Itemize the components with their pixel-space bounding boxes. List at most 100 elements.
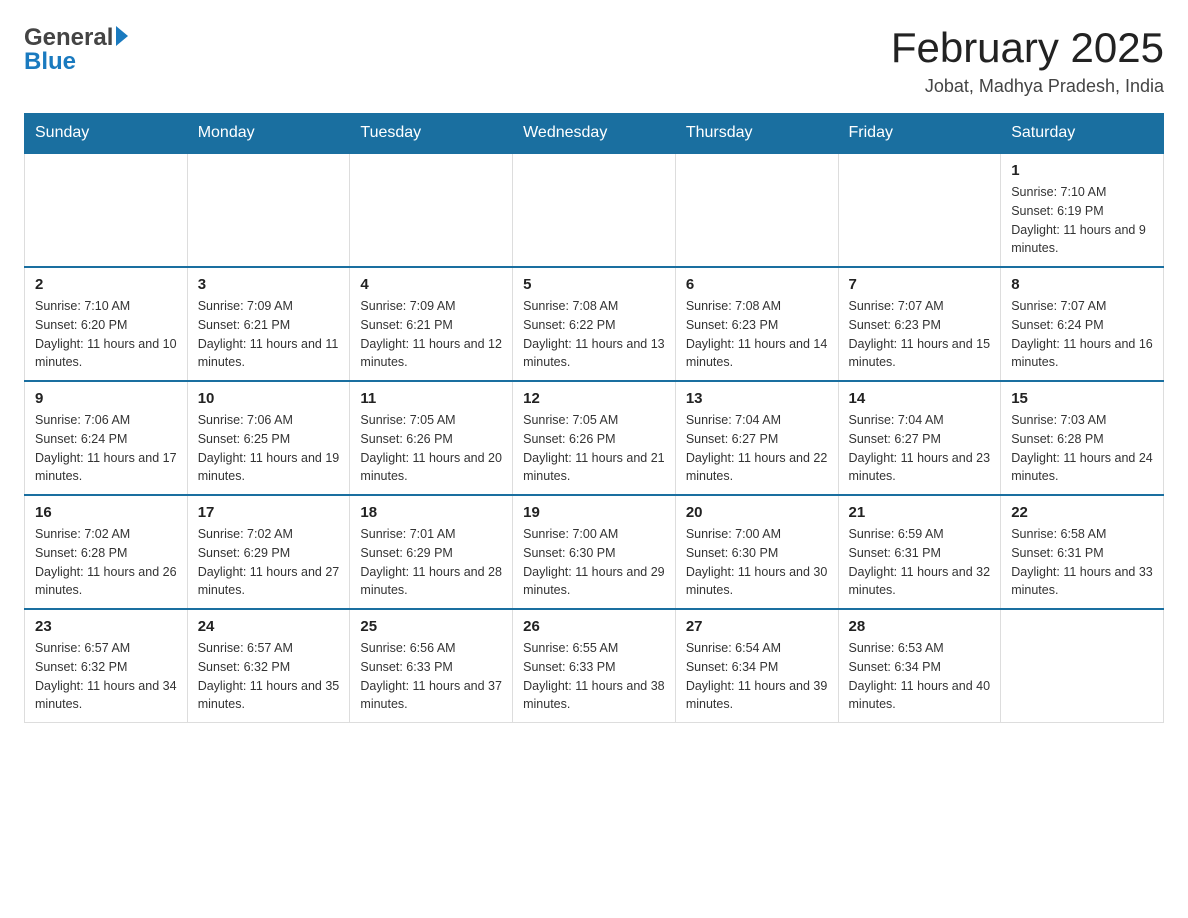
day-number: 22 <box>1011 504 1153 521</box>
day-number: 8 <box>1011 276 1153 293</box>
calendar-week-row: 1 Sunrise: 7:10 AMSunset: 6:19 PMDaylight… <box>25 153 1164 267</box>
day-info: Sunrise: 7:10 AMSunset: 6:20 PMDaylight:… <box>35 297 177 372</box>
day-info: Sunrise: 6:57 AMSunset: 6:32 PMDaylight:… <box>35 639 177 714</box>
table-row: 6 Sunrise: 7:08 AMSunset: 6:23 PMDaylight… <box>675 267 838 381</box>
day-info: Sunrise: 7:07 AMSunset: 6:23 PMDaylight:… <box>849 297 991 372</box>
day-info: Sunrise: 7:02 AMSunset: 6:29 PMDaylight:… <box>198 525 340 600</box>
col-friday: Friday <box>838 114 1001 154</box>
day-info: Sunrise: 7:09 AMSunset: 6:21 PMDaylight:… <box>360 297 502 372</box>
day-info: Sunrise: 6:56 AMSunset: 6:33 PMDaylight:… <box>360 639 502 714</box>
table-row: 18 Sunrise: 7:01 AMSunset: 6:29 PMDayligh… <box>350 495 513 609</box>
calendar-week-row: 23Sunrise: 6:57 AMSunset: 6:32 PMDayligh… <box>25 609 1164 723</box>
calendar-table: Sunday Monday Tuesday Wednesday Thursday… <box>24 113 1164 723</box>
day-info: Sunrise: 7:01 AMSunset: 6:29 PMDaylight:… <box>360 525 502 600</box>
day-number: 20 <box>686 504 828 521</box>
day-info: Sunrise: 7:09 AMSunset: 6:21 PMDaylight:… <box>198 297 340 372</box>
col-thursday: Thursday <box>675 114 838 154</box>
table-row <box>350 153 513 267</box>
table-row: 19 Sunrise: 7:00 AMSunset: 6:30 PMDayligh… <box>513 495 676 609</box>
logo: General Blue <box>24 24 128 76</box>
table-row <box>513 153 676 267</box>
day-number: 21 <box>849 504 991 521</box>
day-info: Sunrise: 6:59 AMSunset: 6:31 PMDaylight:… <box>849 525 991 600</box>
table-row: 1 Sunrise: 7:10 AMSunset: 6:19 PMDaylight… <box>1001 153 1164 267</box>
calendar-week-row: 9 Sunrise: 7:06 AMSunset: 6:24 PMDaylight… <box>25 381 1164 495</box>
table-row: 26 Sunrise: 6:55 AMSunset: 6:33 PMDayligh… <box>513 609 676 723</box>
table-row: 12 Sunrise: 7:05 AMSunset: 6:26 PMDayligh… <box>513 381 676 495</box>
table-row: 4 Sunrise: 7:09 AMSunset: 6:21 PMDaylight… <box>350 267 513 381</box>
table-row: 10 Sunrise: 7:06 AMSunset: 6:25 PMDayligh… <box>187 381 350 495</box>
day-info: Sunrise: 7:00 AMSunset: 6:30 PMDaylight:… <box>523 525 665 600</box>
col-saturday: Saturday <box>1001 114 1164 154</box>
day-info: Sunrise: 6:55 AMSunset: 6:33 PMDaylight:… <box>523 639 665 714</box>
table-row: 28 Sunrise: 6:53 AMSunset: 6:34 PMDayligh… <box>838 609 1001 723</box>
table-row: 22 Sunrise: 6:58 AMSunset: 6:31 PMDayligh… <box>1001 495 1164 609</box>
table-row: 9 Sunrise: 7:06 AMSunset: 6:24 PMDaylight… <box>25 381 188 495</box>
calendar-week-row: 16 Sunrise: 7:02 AMSunset: 6:28 PMDayligh… <box>25 495 1164 609</box>
day-number: 19 <box>523 504 665 521</box>
day-number: 18 <box>360 504 502 521</box>
table-row: 23Sunrise: 6:57 AMSunset: 6:32 PMDayligh… <box>25 609 188 723</box>
table-row: 14 Sunrise: 7:04 AMSunset: 6:27 PMDayligh… <box>838 381 1001 495</box>
day-info: Sunrise: 7:06 AMSunset: 6:25 PMDaylight:… <box>198 411 340 486</box>
day-number: 28 <box>849 618 991 635</box>
day-number: 17 <box>198 504 340 521</box>
table-row: 15Sunrise: 7:03 AMSunset: 6:28 PMDayligh… <box>1001 381 1164 495</box>
table-row <box>838 153 1001 267</box>
day-number: 5 <box>523 276 665 293</box>
day-info: Sunrise: 6:54 AMSunset: 6:34 PMDaylight:… <box>686 639 828 714</box>
day-info: Sunrise: 7:05 AMSunset: 6:26 PMDaylight:… <box>523 411 665 486</box>
day-number: 24 <box>198 618 340 635</box>
table-row <box>187 153 350 267</box>
day-number: 7 <box>849 276 991 293</box>
day-info: Sunrise: 6:57 AMSunset: 6:32 PMDaylight:… <box>198 639 340 714</box>
day-number: 1 <box>1011 162 1153 179</box>
day-number: 26 <box>523 618 665 635</box>
table-row: 16 Sunrise: 7:02 AMSunset: 6:28 PMDayligh… <box>25 495 188 609</box>
day-number: 4 <box>360 276 502 293</box>
col-tuesday: Tuesday <box>350 114 513 154</box>
day-info: Sunrise: 7:04 AMSunset: 6:27 PMDaylight:… <box>686 411 828 486</box>
col-wednesday: Wednesday <box>513 114 676 154</box>
day-info: Sunrise: 7:08 AMSunset: 6:22 PMDaylight:… <box>523 297 665 372</box>
logo-blue-text: Blue <box>24 48 76 76</box>
table-row <box>1001 609 1164 723</box>
table-row: 3Sunrise: 7:09 AMSunset: 6:21 PMDaylight… <box>187 267 350 381</box>
location-text: Jobat, Madhya Pradesh, India <box>891 76 1164 97</box>
day-info: Sunrise: 7:08 AMSunset: 6:23 PMDaylight:… <box>686 297 828 372</box>
table-row: 25Sunrise: 6:56 AMSunset: 6:33 PMDayligh… <box>350 609 513 723</box>
day-info: Sunrise: 7:03 AMSunset: 6:28 PMDaylight:… <box>1011 411 1153 486</box>
day-info: Sunrise: 7:05 AMSunset: 6:26 PMDaylight:… <box>360 411 502 486</box>
day-number: 6 <box>686 276 828 293</box>
day-number: 27 <box>686 618 828 635</box>
month-title: February 2025 <box>891 24 1164 72</box>
day-info: Sunrise: 7:06 AMSunset: 6:24 PMDaylight:… <box>35 411 177 486</box>
day-number: 10 <box>198 390 340 407</box>
day-number: 16 <box>35 504 177 521</box>
table-row: 27 Sunrise: 6:54 AMSunset: 6:34 PMDayligh… <box>675 609 838 723</box>
day-info: Sunrise: 7:02 AMSunset: 6:28 PMDaylight:… <box>35 525 177 600</box>
table-row: 20Sunrise: 7:00 AMSunset: 6:30 PMDayligh… <box>675 495 838 609</box>
day-info: Sunrise: 6:53 AMSunset: 6:34 PMDaylight:… <box>849 639 991 714</box>
day-info: Sunrise: 6:58 AMSunset: 6:31 PMDaylight:… <box>1011 525 1153 600</box>
day-number: 12 <box>523 390 665 407</box>
table-row: 24 Sunrise: 6:57 AMSunset: 6:32 PMDayligh… <box>187 609 350 723</box>
day-info: Sunrise: 7:10 AMSunset: 6:19 PMDaylight:… <box>1011 183 1153 258</box>
calendar-header-row: Sunday Monday Tuesday Wednesday Thursday… <box>25 114 1164 154</box>
table-row: 13 Sunrise: 7:04 AMSunset: 6:27 PMDayligh… <box>675 381 838 495</box>
day-number: 14 <box>849 390 991 407</box>
col-monday: Monday <box>187 114 350 154</box>
day-info: Sunrise: 7:04 AMSunset: 6:27 PMDaylight:… <box>849 411 991 486</box>
page-header: General Blue February 2025 Jobat, Madhya… <box>24 24 1164 97</box>
table-row <box>675 153 838 267</box>
day-number: 13 <box>686 390 828 407</box>
table-row: 7 Sunrise: 7:07 AMSunset: 6:23 PMDaylight… <box>838 267 1001 381</box>
table-row: 11Sunrise: 7:05 AMSunset: 6:26 PMDayligh… <box>350 381 513 495</box>
day-number: 9 <box>35 390 177 407</box>
table-row: 8 Sunrise: 7:07 AMSunset: 6:24 PMDaylight… <box>1001 267 1164 381</box>
calendar-week-row: 2 Sunrise: 7:10 AMSunset: 6:20 PMDaylight… <box>25 267 1164 381</box>
table-row: 17 Sunrise: 7:02 AMSunset: 6:29 PMDayligh… <box>187 495 350 609</box>
title-section: February 2025 Jobat, Madhya Pradesh, Ind… <box>891 24 1164 97</box>
day-info: Sunrise: 7:07 AMSunset: 6:24 PMDaylight:… <box>1011 297 1153 372</box>
day-number: 2 <box>35 276 177 293</box>
